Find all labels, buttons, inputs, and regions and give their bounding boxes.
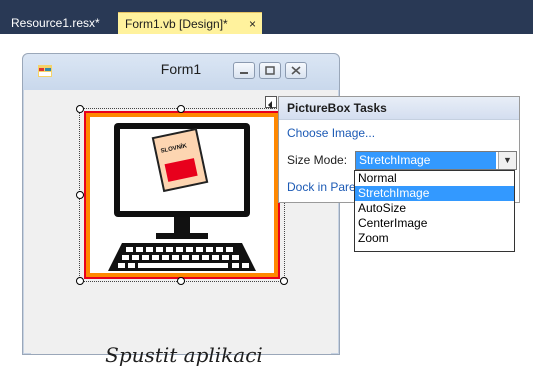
resize-handle[interactable] <box>280 277 288 285</box>
close-icon[interactable]: × <box>249 13 256 35</box>
option-normal[interactable]: Normal <box>355 171 514 186</box>
launch-app-label[interactable]: Spustit aplikaci <box>79 343 289 367</box>
size-mode-combobox[interactable]: StretchImage ▼ <box>355 151 517 170</box>
form-titlebar: Form1 <box>23 54 339 90</box>
tab-resource1-label: Resource1.resx* <box>11 16 100 30</box>
size-mode-dropdown-list: Normal StretchImage AutoSize CenterImage… <box>354 170 515 252</box>
minimize-icon <box>240 72 248 74</box>
size-mode-label: Size Mode: <box>287 153 348 167</box>
tab-form1-label: Form1.vb [Design]* <box>125 17 228 31</box>
maximize-icon <box>265 66 275 75</box>
resize-handle[interactable] <box>76 277 84 285</box>
tasks-header: PictureBox Tasks <box>279 97 519 120</box>
size-mode-value: StretchImage <box>356 152 496 169</box>
choose-image-link[interactable]: Choose Image... <box>287 126 375 140</box>
minimize-button[interactable] <box>233 62 255 79</box>
picturebox[interactable]: SLOVNÍK <box>79 108 285 282</box>
collapse-arrow-icon <box>268 101 272 109</box>
option-zoom[interactable]: Zoom <box>355 231 514 246</box>
close-window-button[interactable] <box>285 62 307 79</box>
tab-form1-design[interactable]: Form1.vb [Design]* × <box>118 12 262 34</box>
resize-handle[interactable] <box>76 105 84 113</box>
maximize-button[interactable] <box>259 62 281 79</box>
close-window-icon <box>291 66 301 75</box>
computer-image: SLOVNÍK <box>84 111 280 279</box>
smart-tag-glyph[interactable] <box>265 96 277 109</box>
option-centerimage[interactable]: CenterImage <box>355 216 514 231</box>
chevron-down-icon[interactable]: ▼ <box>498 152 516 169</box>
document-tab-bar: Resource1.resx* Form1.vb [Design]* × <box>0 0 533 34</box>
resize-handle[interactable] <box>177 105 185 113</box>
tab-resource1[interactable]: Resource1.resx* <box>4 12 114 34</box>
option-stretchimage[interactable]: StretchImage <box>355 186 514 201</box>
resize-handle[interactable] <box>177 277 185 285</box>
resize-handle[interactable] <box>76 191 84 199</box>
option-autosize[interactable]: AutoSize <box>355 201 514 216</box>
